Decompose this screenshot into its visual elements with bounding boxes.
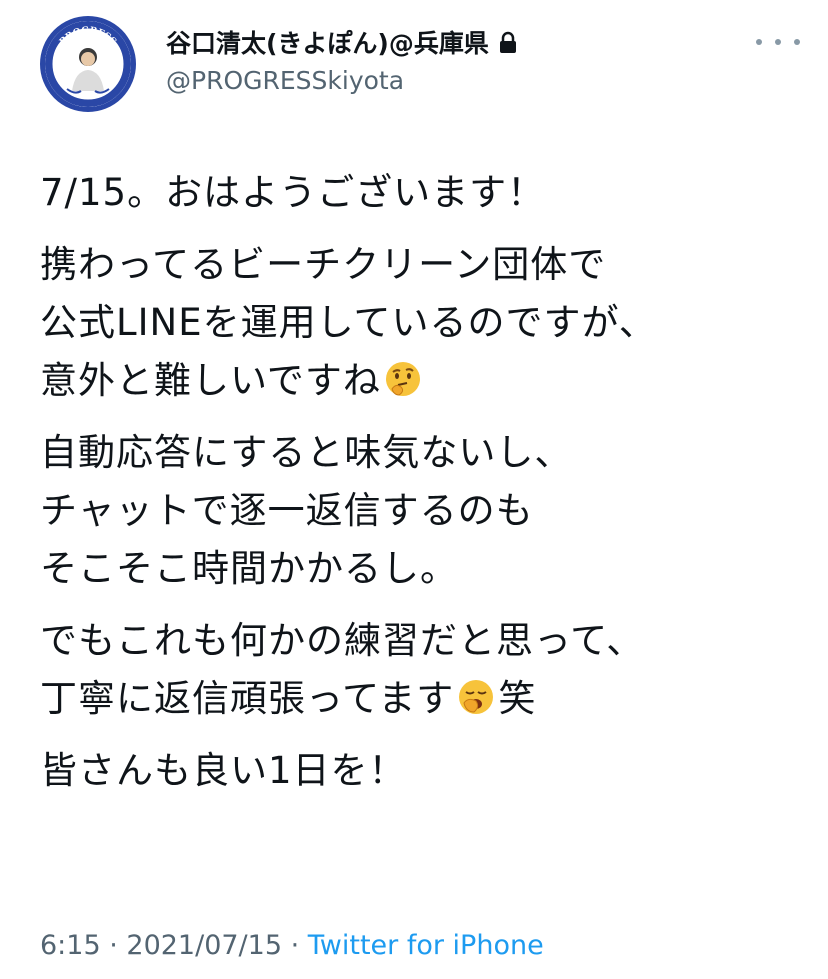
lock-icon xyxy=(499,31,516,53)
tweet-meta: 6:15 · 2021/07/15 · Twitter for iPhone xyxy=(40,928,544,964)
tweet-paragraph: 自動応答にすると味気ないし、 チャットで逐一返信するのも そこそこ時間かかるし。 xyxy=(40,424,800,598)
tweet-line: でもこれも何かの練習だと思って、 xyxy=(40,619,645,662)
more-dot-icon xyxy=(794,39,800,45)
display-name-text: 谷口清太(きよぽん)@兵庫県 xyxy=(166,29,489,58)
tweet-header: PROGRESS 谷口清太(きよぽん)@兵庫県 @PROGRESSkiyota xyxy=(40,16,800,120)
meta-separator: · xyxy=(282,930,308,961)
tweet-line: 公式LINEを運用しているのですが、 xyxy=(40,301,657,344)
more-options-button[interactable] xyxy=(756,28,800,56)
tweet-time[interactable]: 6:15 xyxy=(40,930,101,961)
more-dot-icon xyxy=(756,39,762,45)
tweet-line-text: 意外と難しいですね xyxy=(40,359,381,402)
tweet-date[interactable]: 2021/07/15 xyxy=(126,930,282,961)
tweet-line: 自動応答にすると味気ないし、 xyxy=(40,431,573,474)
avatar[interactable]: PROGRESS xyxy=(40,16,136,112)
tweet-line: 携わってるビーチクリーン団体で xyxy=(40,243,607,286)
tweet-source-link[interactable]: Twitter for iPhone xyxy=(308,930,544,961)
tweet-line-with-emoji: 丁寧に返信頑張ってます 笑 xyxy=(40,670,800,728)
tweet-line: 7/15。おはようございます！ xyxy=(40,171,546,214)
tweet-line-with-emoji: 意外と難しいですね xyxy=(40,352,800,410)
tweet-line: チャットで逐一返信するのも xyxy=(40,489,534,532)
meta-separator: · xyxy=(100,930,127,961)
tweet-line-text: 丁寧に返信頑張ってます xyxy=(40,677,455,720)
avatar-image: PROGRESS xyxy=(45,21,131,107)
display-name[interactable]: 谷口清太(きよぽん)@兵庫県 xyxy=(166,28,519,60)
tweet-line-text: 笑 xyxy=(498,677,537,720)
tweet-paragraph: 携わってるビーチクリーン団体で 公式LINEを運用しているのですが、 意外と難し… xyxy=(40,236,800,410)
tweet-paragraph: 皆さんも良い1日を！ xyxy=(40,742,800,800)
yawning-face-emoji xyxy=(459,680,494,714)
handle[interactable]: @PROGRESSkiyota xyxy=(166,64,519,98)
tweet-paragraph: でもこれも何かの練習だと思って、 丁寧に返信頑張ってます 笑 xyxy=(40,612,800,728)
author-info[interactable]: 谷口清太(きよぽん)@兵庫県 @PROGRESSkiyota xyxy=(166,28,519,98)
more-dot-icon xyxy=(775,39,781,45)
tweet-text: 7/15。おはようございます！ 携わってるビーチクリーン団体で 公式LINEを運… xyxy=(40,164,800,814)
tweet-paragraph: 7/15。おはようございます！ xyxy=(40,164,800,222)
tweet-line: そこそこ時間かかるし。 xyxy=(40,547,458,590)
tweet: PROGRESS 谷口清太(きよぽん)@兵庫県 @PROGRESSkiyota xyxy=(0,0,828,979)
thinking-face-emoji xyxy=(385,362,420,396)
tweet-line: 皆さんも良い1日を！ xyxy=(40,749,407,792)
